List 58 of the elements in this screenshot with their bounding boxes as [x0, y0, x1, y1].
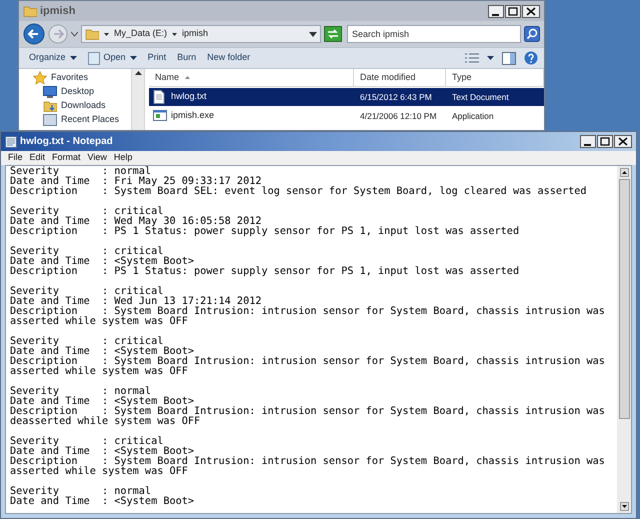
- text-line: Date and Time : Wed May 30 16:05:58 2012: [10, 217, 262, 227]
- file-row[interactable]: ipmish.exe 4/21/2006 12:10 PM Application: [149, 107, 544, 125]
- text-line: asserted while system was OFF: [10, 317, 189, 327]
- text-line: Description : PS 1 Status: power supply sensor for PS 1, input lost was asserted: [10, 267, 520, 277]
- text-line: Severity : normal: [10, 487, 152, 497]
- column-header[interactable]: Name: [149, 69, 354, 86]
- address-bar[interactable]: My_Data (E:) ipmish: [81, 25, 321, 43]
- text-line: deasserted while system was OFF: [10, 417, 202, 427]
- text-line: Date and Time : <System Boot>: [10, 257, 196, 267]
- text-line: Date and Time : <System Boot>: [10, 397, 195, 407]
- text-line: Severity : critical: [10, 287, 164, 297]
- text-line: Severity : normal: [10, 167, 152, 177]
- text-line: Date and Time : <System Boot>: [10, 497, 196, 507]
- nav-item[interactable]: Favorites: [51, 71, 88, 85]
- breadcrumb-item[interactable]: My_Data (E:): [114, 27, 168, 41]
- file-name: hwlog.txt: [171, 90, 207, 104]
- text-line: Severity : critical: [10, 247, 164, 257]
- text-line: Date and Time : Fri May 25 09:33:17 2012: [10, 177, 262, 187]
- file-name: ipmish.exe: [171, 109, 214, 122]
- nav-item[interactable]: Downloads: [61, 99, 106, 113]
- text-line: Severity : critical: [10, 337, 164, 347]
- text-line: Description : PS 1 Status: power supply sensor for PS 1, input lost was asserted: [10, 227, 520, 237]
- text-line: Date and Time : Wed Jun 13 17:21:14 2012: [10, 297, 262, 307]
- column-header[interactable]: Date modified: [354, 69, 446, 86]
- nav-item[interactable]: Recent Places: [61, 113, 120, 127]
- menu-item[interactable]: View: [84, 151, 110, 165]
- text-line: Severity : critical: [10, 207, 164, 217]
- menu-item[interactable]: Help: [110, 151, 136, 165]
- date-cell-text: 6/15/2012 6:43 PM: [359, 90, 433, 104]
- text-line: Description : System Board SEL: event log sensor for System Board, log cleared was asserted: [10, 187, 588, 197]
- menu-item[interactable]: Format: [49, 151, 84, 165]
- toolbar-button[interactable]: Print: [144, 49, 170, 67]
- text-line: Description : System Board Intrusion: intrusion sensor for System Board, chassis intrusion was: [10, 407, 606, 417]
- menu-item[interactable]: Edit: [26, 151, 48, 165]
- toolbar-button[interactable]: Burn: [173, 49, 200, 67]
- text-line: asserted while system was OFF: [10, 367, 189, 377]
- breadcrumb-item[interactable]: ipmish: [182, 27, 208, 41]
- text-line: Severity : normal: [10, 387, 152, 397]
- menu-item[interactable]: File: [5, 151, 26, 165]
- window-title: hwlog.txt - Notepad: [20, 135, 113, 149]
- toolbar-button[interactable]: New folder: [203, 49, 254, 67]
- date-cell-text: 4/21/2006 12:10 PM: [359, 110, 438, 122]
- window-title: ipmish: [40, 4, 76, 19]
- text-line: Severity : critical: [10, 437, 164, 447]
- text-line: Date and Time : <System Boot>: [10, 347, 195, 357]
- text-line: Date and Time : <System Boot>: [10, 447, 195, 457]
- text-line: Description : System Board Intrusion: intrusion sensor for System Board, chassis intrusion was: [10, 457, 606, 467]
- type-cell-text: Application: [451, 110, 495, 122]
- search-field[interactable]: Search ipmish: [347, 25, 521, 43]
- nav-item[interactable]: Desktop: [61, 85, 94, 99]
- text-line: Description : System Board Intrusion: intrusion sensor for System Board, chassis intrusion was: [10, 357, 606, 367]
- toolbar-button[interactable]: Open: [84, 49, 141, 67]
- text-line: Description : System Board Intrusion: intrusion sensor for System Board, chassis intrusion was: [10, 307, 606, 317]
- type-cell-text: Text Document: [451, 90, 510, 104]
- column-header[interactable]: Type: [446, 69, 544, 86]
- text-line: asserted while system was OFF: [10, 467, 189, 477]
- toolbar-button[interactable]: Organize: [25, 49, 81, 67]
- file-row[interactable]: hwlog.txt 6/15/2012 6:43 PM Text Document: [149, 88, 544, 106]
